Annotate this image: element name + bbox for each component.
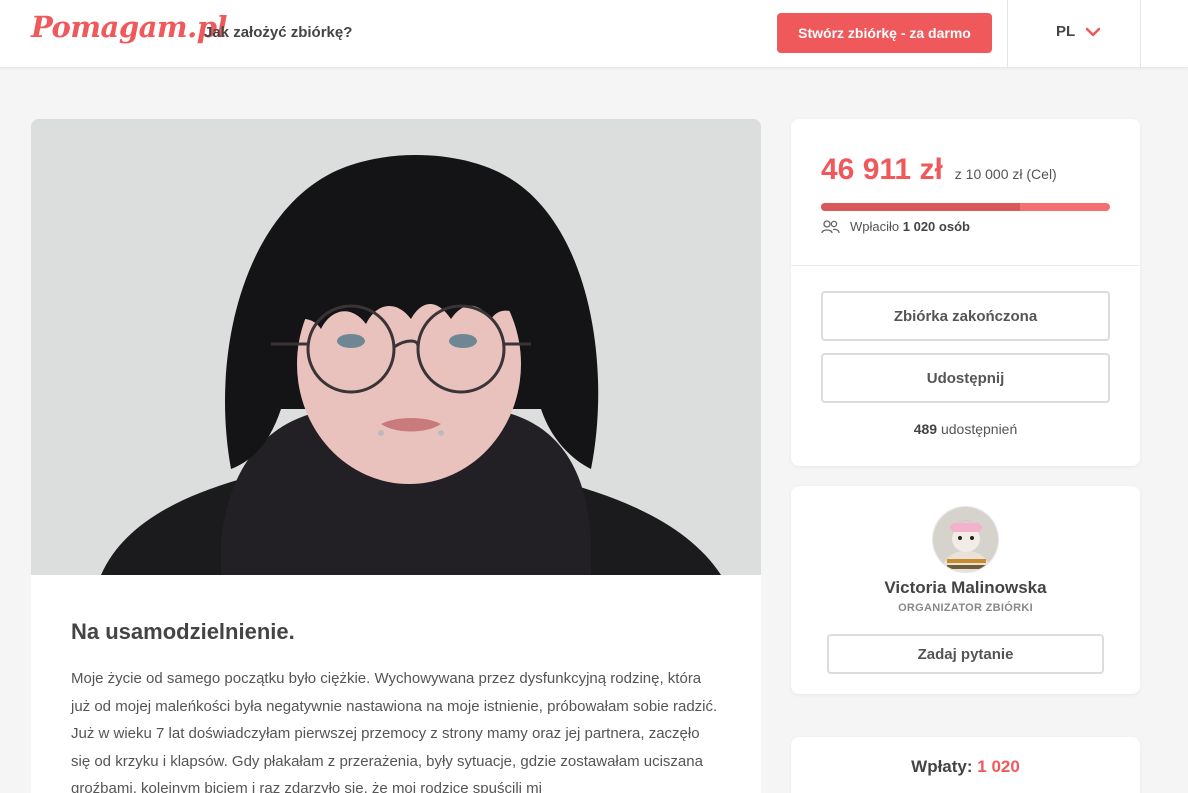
organizer-card: Victoria Malinowska ORGANIZATOR ZBIÓRKI … xyxy=(791,486,1140,694)
ask-question-button[interactable]: Zadaj pytanie xyxy=(827,634,1104,674)
campaign-description: Moje życie od samego początku było ciężk… xyxy=(71,670,718,793)
top-navbar: Pomagam.pl Jak założyć zbiórkę? Stwórz z… xyxy=(0,0,1188,68)
donors-prefix: Wpłaciło xyxy=(850,219,900,234)
raised-amount: 46 911 zł xyxy=(821,153,943,186)
campaign-photo xyxy=(31,119,761,575)
donors-info: Wpłaciło 1 020 osób xyxy=(821,219,970,234)
shares-count-text: 489 udostępnień xyxy=(791,421,1140,437)
campaign-title: Na usamodzielnienie. xyxy=(71,619,295,644)
donors-count: 1 020 osób xyxy=(902,219,970,234)
organizer-role: ORGANIZATOR ZBIÓRKI xyxy=(898,602,1033,614)
funding-card: 46 911 zł z 10 000 zł (Cel) Wpłaciło 1 0… xyxy=(791,119,1140,466)
amount-row: 46 911 zł z 10 000 zł (Cel) xyxy=(821,153,1057,187)
card-divider xyxy=(791,265,1140,266)
users-icon xyxy=(821,219,840,233)
payments-label: Wpłaty: xyxy=(911,757,973,776)
organizer-avatar-image xyxy=(933,507,998,572)
how-to-link[interactable]: Jak założyć zbiórkę? xyxy=(204,24,352,41)
portrait-image xyxy=(31,119,761,575)
fundraiser-ended-button[interactable]: Zbiórka zakończona xyxy=(821,291,1110,341)
shares-count: 489 xyxy=(913,421,938,437)
organizer-name[interactable]: Victoria Malinowska xyxy=(791,578,1140,598)
payments-card: Wpłaty: 1 020 xyxy=(791,737,1140,793)
progress-bar xyxy=(821,203,1110,211)
avatar[interactable] xyxy=(932,506,999,573)
language-code: PL xyxy=(1056,23,1076,40)
progress-bar-fill xyxy=(821,203,1021,211)
header-divider xyxy=(1007,0,1008,68)
pomagam-logo[interactable]: Pomagam.pl xyxy=(31,10,228,44)
chevron-down-icon xyxy=(1085,27,1101,36)
campaign-description-card: Na usamodzielnienie. Moje życie od sameg… xyxy=(31,575,761,793)
payments-row[interactable]: Wpłaty: 1 020 xyxy=(791,757,1140,777)
share-button[interactable]: Udostępnij xyxy=(821,353,1110,403)
payments-count: 1 020 xyxy=(977,757,1020,776)
language-selector[interactable]: PL xyxy=(1056,23,1101,40)
goal-amount: z 10 000 zł (Cel) xyxy=(954,166,1057,182)
shares-suffix: udostępnień xyxy=(940,421,1018,437)
header-divider xyxy=(1140,0,1141,68)
create-fundraiser-button[interactable]: Stwórz zbiórkę - za darmo xyxy=(777,13,992,53)
